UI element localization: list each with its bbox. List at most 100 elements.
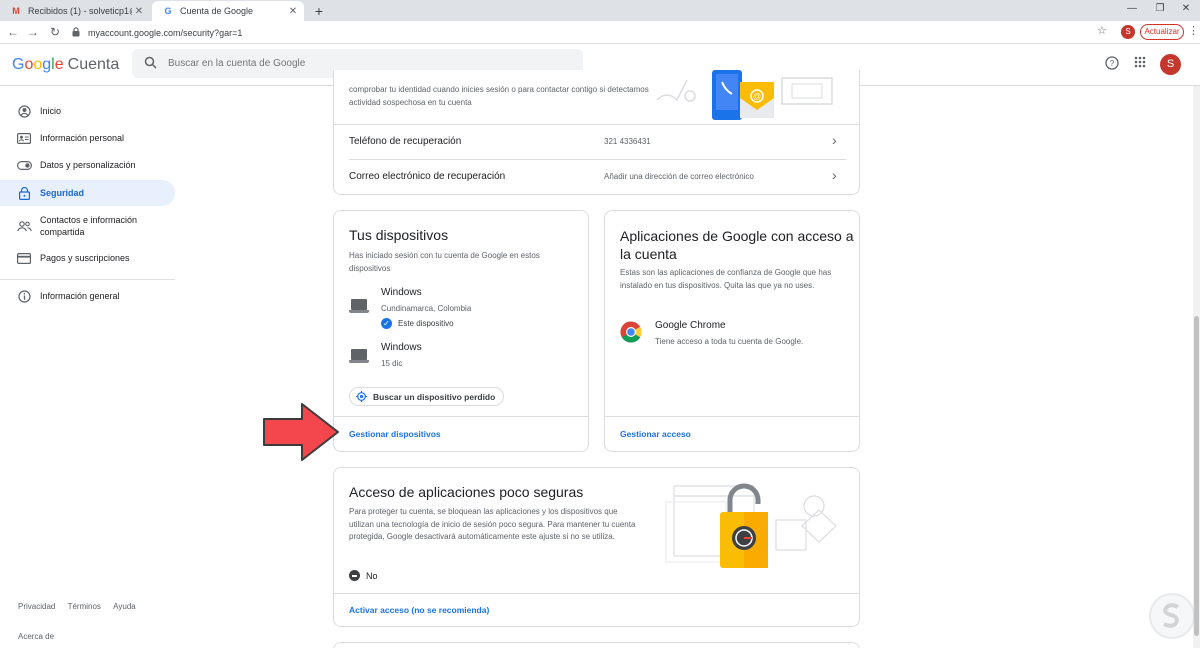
- close-tab-icon[interactable]: ✕: [132, 6, 146, 17]
- device-item[interactable]: Windows Cundinamarca, Colombia ✓ Este di…: [349, 285, 574, 335]
- sidebar-divider: [0, 279, 175, 280]
- restore-icon[interactable]: ❐: [1148, 0, 1172, 20]
- sidebar-item-label: Pagos y suscripciones: [40, 253, 130, 263]
- this-device-badge: ✓ Este dispositivo: [381, 318, 454, 329]
- url-text: myaccount.google.com/security?gar=1: [88, 27, 243, 38]
- recovery-phone-row[interactable]: Teléfono de recuperación 321 4336431 ›: [334, 125, 859, 159]
- minus-circle-icon: [349, 570, 360, 581]
- apps-title: Aplicaciones de Google con acceso a la c…: [620, 228, 854, 262]
- solvetic-watermark-logo: [1148, 592, 1196, 640]
- privacy-link[interactable]: Privacidad: [18, 602, 55, 611]
- recovery-email-value: Añadir una dirección de correo electróni…: [604, 172, 754, 181]
- apps-grid-icon[interactable]: [1134, 56, 1146, 71]
- sidebar-item-personal-info[interactable]: Información personal: [0, 127, 175, 149]
- apps-divider: [605, 416, 859, 417]
- account-circle-icon: [16, 104, 32, 118]
- devices-description: Has iniciado sesión con tu cuenta de Goo…: [349, 251, 540, 273]
- close-window-icon[interactable]: ✕: [1174, 0, 1198, 20]
- google-icon: G: [164, 6, 172, 16]
- avatar[interactable]: S: [1160, 54, 1181, 75]
- toggle-icon: [16, 158, 32, 172]
- sidebar-item-label: Contactos e información compartida: [40, 215, 138, 237]
- help-link[interactable]: Ayuda: [113, 602, 136, 611]
- find-lost-device-button[interactable]: Buscar un dispositivo perdido: [349, 387, 505, 406]
- sidebar-item-security[interactable]: Seguridad: [0, 180, 175, 206]
- sidebar-item-label: Seguridad: [40, 188, 85, 198]
- google-account-logo[interactable]: Google Cuenta: [12, 56, 119, 74]
- recovery-email-label: Correo electrónico de recuperación: [349, 171, 506, 182]
- this-device-label: Este dispositivo: [398, 319, 454, 328]
- minimize-icon[interactable]: —: [1120, 0, 1144, 20]
- less-secure-description: Para proteger tu cuenta, se bloquean las…: [349, 507, 636, 541]
- chrome-icon: [620, 321, 642, 346]
- back-icon[interactable]: ←: [4, 24, 22, 41]
- search-icon[interactable]: [132, 56, 168, 72]
- location-target-icon: [356, 391, 367, 402]
- apps-access-card: Aplicaciones de Google con acceso a la c…: [604, 210, 860, 452]
- close-tab-icon[interactable]: ✕: [286, 6, 300, 17]
- tab-gmail[interactable]: M Recibidos (1) - solveticp1@gmail ✕: [0, 1, 150, 21]
- scrollbar-thumb[interactable]: [1194, 316, 1199, 636]
- gmail-icon: M: [12, 6, 20, 16]
- update-button[interactable]: Actualizar: [1140, 24, 1184, 40]
- sidebar-footer: Privacidad Términos Ayuda: [18, 602, 136, 611]
- reload-icon[interactable]: ↻: [46, 24, 64, 41]
- recovery-illustration: @: [652, 70, 859, 125]
- less-secure-title: Acceso de aplicaciones poco seguras: [349, 484, 584, 500]
- about-link[interactable]: Acerca de: [18, 632, 54, 641]
- sidebar-item-label: Información general: [40, 291, 120, 301]
- url-field[interactable]: myaccount.google.com/security?gar=1: [72, 23, 1112, 42]
- app-detail: Tiene acceso a toda tu cuenta de Google.: [655, 337, 804, 346]
- chevron-right-icon: ›: [832, 167, 837, 183]
- sidebar-item-home[interactable]: Inicio: [0, 100, 175, 122]
- sidebar-item-data-personalization[interactable]: Datos y personalización: [0, 154, 175, 176]
- address-bar: ← → ↻ myaccount.google.com/security?gar=…: [0, 21, 1200, 44]
- scrollbar-track[interactable]: [1193, 86, 1200, 648]
- help-icon[interactable]: ?: [1105, 56, 1119, 73]
- sidebar-item-payments[interactable]: Pagos y suscripciones: [0, 247, 175, 269]
- find-device-label: Buscar un dispositivo perdido: [373, 391, 496, 402]
- apps-description: Estas son las aplicaciones de confianza …: [620, 268, 832, 290]
- terms-link[interactable]: Términos: [68, 602, 101, 611]
- device-item[interactable]: Windows 15 dic: [349, 340, 574, 374]
- recovery-email-row[interactable]: Correo electrónico de recuperación Añadi…: [334, 160, 859, 194]
- device-name: Windows: [381, 342, 422, 353]
- forward-icon[interactable]: →: [24, 24, 42, 41]
- device-date: 15 dic: [381, 359, 403, 368]
- tab-google-account[interactable]: G Cuenta de Google ✕: [152, 1, 304, 21]
- sidebar: Inicio Información personal Datos y pers…: [0, 86, 180, 648]
- red-arrow-annotation: [262, 402, 342, 465]
- less-secure-divider: [334, 593, 859, 594]
- id-card-icon: [16, 131, 32, 145]
- chevron-right-icon: ›: [832, 132, 837, 148]
- activate-access-link[interactable]: Activar acceso (no se recomienda): [349, 605, 489, 615]
- devices-divider: [334, 416, 588, 417]
- svg-text:?: ?: [1110, 59, 1115, 68]
- recovery-phone-value: 321 4336431: [604, 137, 651, 146]
- people-icon: [16, 219, 32, 233]
- svg-text:@: @: [753, 92, 761, 101]
- browser-tab-bar: M Recibidos (1) - solveticp1@gmail ✕ G C…: [0, 0, 1200, 21]
- tab-title: Cuenta de Google: [180, 6, 254, 16]
- device-name: Windows: [381, 287, 422, 298]
- sidebar-item-general-info[interactable]: Información general: [0, 285, 175, 307]
- browser-menu-icon[interactable]: ⋮: [1188, 24, 1199, 37]
- lock-icon: [72, 26, 82, 39]
- credit-card-icon: [16, 251, 32, 265]
- search-input[interactable]: [168, 58, 568, 69]
- browser-profile-avatar[interactable]: S: [1121, 25, 1135, 39]
- manage-access-link[interactable]: Gestionar acceso: [620, 429, 691, 439]
- new-tab-button[interactable]: +: [310, 2, 328, 20]
- sidebar-item-label: Datos y personalización: [40, 160, 136, 170]
- bookmark-star-icon[interactable]: ☆: [1097, 24, 1107, 37]
- laptop-icon: [349, 349, 369, 363]
- sidebar-item-contacts[interactable]: Contactos e información compartida: [0, 212, 175, 240]
- app-item[interactable]: Google Chrome Tiene acceso a toda tu cue…: [620, 317, 850, 353]
- sidebar-item-label: Información personal: [40, 133, 125, 143]
- manage-devices-link[interactable]: Gestionar dispositivos: [349, 429, 441, 439]
- padlock-illustration: [664, 482, 844, 572]
- device-location: Cundinamarca, Colombia: [381, 304, 472, 313]
- lock-icon: [16, 186, 32, 200]
- sidebar-item-label: Inicio: [40, 106, 62, 116]
- laptop-icon: [349, 299, 369, 313]
